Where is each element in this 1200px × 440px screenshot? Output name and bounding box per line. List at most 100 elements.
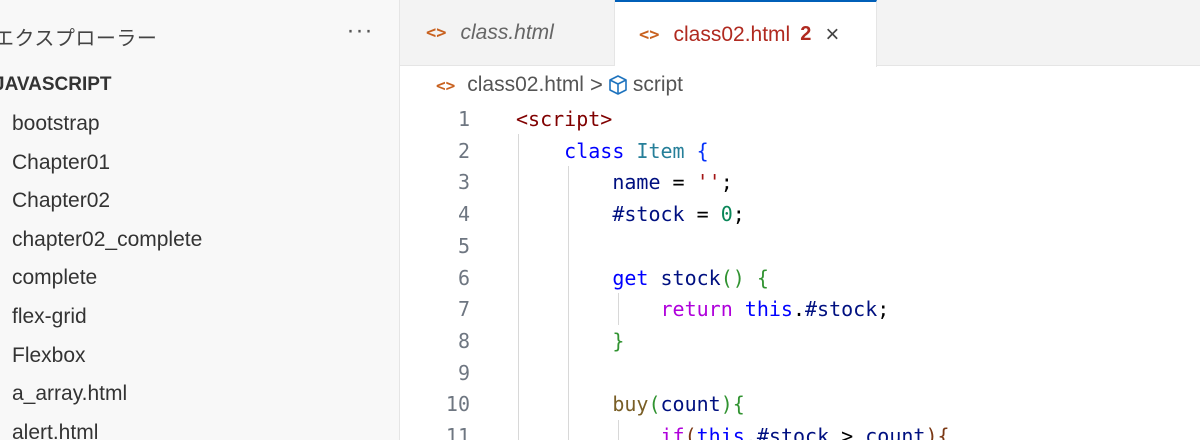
code-editor[interactable]: 1 <script> 2 class Item {3 name = ''; 4 #st… (400, 103, 1200, 440)
editor-tab-bar: <> class.html <> class02.html 2 × (400, 0, 1200, 67)
code-line[interactable]: 10 buy(count){ (400, 389, 1200, 421)
code-token: this (744, 297, 793, 322)
code-token: count (865, 424, 926, 440)
code-text: buy(count){ (516, 389, 745, 421)
code-token: name (612, 170, 661, 195)
code-token: = (684, 202, 721, 227)
line-number: 7 (457, 297, 470, 322)
code-line[interactable]: 2 class Item { (400, 136, 1200, 168)
code-token: ( (684, 424, 697, 440)
code-text: <script> (516, 104, 612, 136)
code-line[interactable]: 7 return this.#stock; (400, 294, 1200, 326)
code-token: { (732, 392, 745, 417)
close-icon[interactable]: × (825, 22, 839, 47)
tree-item[interactable]: chapter02_complete (0, 221, 398, 260)
more-actions-icon[interactable]: ··· (340, 18, 380, 50)
code-token: #stock (612, 202, 685, 227)
code-token: > (829, 424, 866, 440)
breadcrumb-file[interactable]: class02.html (467, 73, 584, 97)
code-token: get (612, 265, 649, 290)
code-text: #stock = 0; (516, 199, 745, 231)
tree-item[interactable]: alert.html (0, 414, 398, 440)
code-line[interactable]: 9 (400, 358, 1200, 390)
code-token: #stock (756, 424, 830, 440)
code-token: ( (648, 392, 661, 417)
code-token: Item (636, 138, 685, 163)
code-token: = (660, 170, 697, 195)
line-number: 4 (457, 202, 470, 227)
line-number: 11 (445, 424, 470, 440)
code-token: <script> (516, 107, 613, 131)
file-tree: bootstrap Chapter01 Chapter02 chapter02_com… (0, 105, 398, 440)
code-text: get stock() { (516, 263, 769, 295)
breadcrumb: <> class02.html > script (400, 67, 1200, 103)
code-token: { (756, 265, 769, 290)
explorer-title: エクスプローラー (0, 26, 158, 50)
code-token: stock (660, 265, 721, 290)
code-line[interactable]: 8 } (400, 326, 1200, 358)
code-token: count (660, 392, 721, 417)
code-token: return (660, 297, 733, 322)
code-line[interactable]: 6 get stock() { (400, 263, 1200, 295)
code-line[interactable]: 11 if(this.#stock > count){ (400, 421, 1200, 440)
code-token: . (792, 297, 806, 322)
tree-item[interactable]: Chapter01 (0, 144, 398, 183)
code-line[interactable]: 5 (400, 231, 1200, 263)
tree-item[interactable]: bootstrap (0, 105, 398, 144)
tab-label: class02.html (673, 22, 791, 46)
code-line[interactable]: 3 name = ''; (400, 167, 1200, 199)
cube-icon (607, 74, 629, 96)
code-text: if(this.#stock > count){ (516, 421, 950, 440)
line-number: 8 (457, 328, 470, 353)
line-number: 6 (457, 265, 470, 290)
tree-item[interactable]: complete (0, 259, 398, 298)
html-file-icon: <> (639, 24, 660, 45)
code-token: ; (732, 202, 745, 227)
code-token: 0 (720, 202, 733, 227)
line-number: 3 (457, 170, 470, 195)
tab-label: class.html (460, 21, 554, 44)
chevron-right-icon: > (589, 72, 603, 97)
tab-class-html[interactable]: <> class.html (400, 0, 615, 66)
code-token: . (744, 424, 757, 440)
code-token: ) (720, 392, 733, 417)
tree-item[interactable]: Chapter02 (0, 182, 398, 221)
html-file-icon: <> (436, 75, 456, 95)
tree-item[interactable]: a_array.html (0, 375, 398, 414)
explorer-header: エクスプローラー ··· (0, 0, 399, 66)
code-token: this (696, 424, 745, 440)
workspace-section-title[interactable]: JAVASCRIPT (0, 74, 112, 96)
html-file-icon: <> (426, 23, 447, 43)
code-token: } (612, 328, 625, 353)
code-token: ; (877, 297, 890, 322)
line-number: 9 (457, 360, 470, 385)
code-text: name = ''; (516, 167, 732, 199)
tree-item[interactable]: flex-grid (0, 298, 398, 337)
code-token: ) (925, 424, 938, 440)
code-token: buy (612, 392, 649, 417)
code-line[interactable]: 1 <script> (400, 104, 1200, 136)
line-number: 5 (457, 233, 470, 258)
tab-class02-html[interactable]: <> class02.html 2 × (615, 0, 877, 67)
code-text: return this.#stock; (516, 294, 890, 326)
breadcrumb-symbol[interactable]: script (633, 73, 683, 97)
code-token: { (696, 138, 709, 163)
code-token: if (660, 424, 685, 440)
code-token: class (564, 138, 625, 163)
code-token: #stock (805, 297, 878, 322)
tree-item[interactable]: Flexbox (0, 337, 398, 376)
code-line[interactable]: 4 #stock = 0; (400, 199, 1200, 231)
line-number: 1 (457, 107, 470, 131)
explorer-sidebar: エクスプローラー ··· JAVASCRIPT bootstrap Chapter… (0, 0, 400, 440)
